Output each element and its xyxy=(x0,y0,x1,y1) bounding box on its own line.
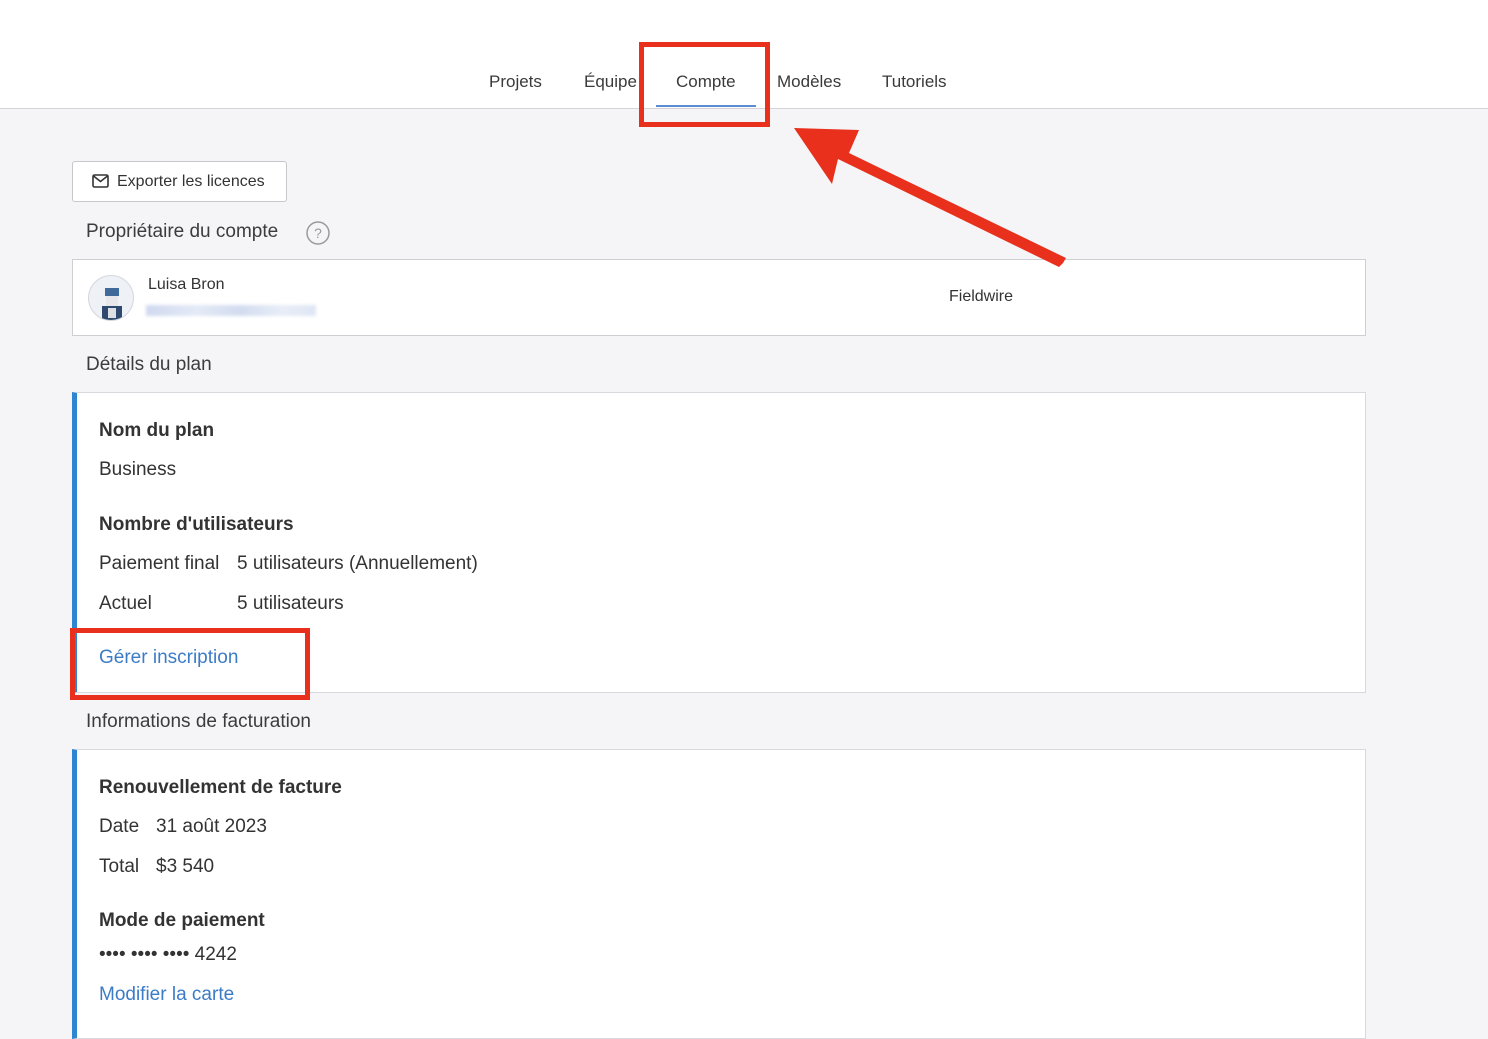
current-users-value: 5 utilisateurs xyxy=(237,593,344,614)
tab-compte[interactable]: Compte xyxy=(656,72,755,107)
owner-section-title: Propriétaire du compte xyxy=(86,221,279,242)
plan-details-panel: Nom du plan Business Nombre d'utilisateu… xyxy=(72,392,1366,693)
card-number: •••• •••• •••• 4242 xyxy=(99,944,237,965)
owner-company: Fieldwire xyxy=(949,288,1014,305)
manage-subscription-link[interactable]: Gérer inscription xyxy=(99,647,238,669)
users-count-label: Nombre d'utilisateurs xyxy=(99,514,294,535)
plan-name-value: Business xyxy=(99,459,177,480)
export-licenses-button[interactable]: Exporter les licences xyxy=(72,161,287,202)
tab-projets[interactable]: Projets xyxy=(489,72,542,92)
plan-section-title: Détails du plan xyxy=(86,354,212,375)
renewal-total-value: $3 540 xyxy=(156,856,215,877)
edit-card-link[interactable]: Modifier la carte xyxy=(99,984,234,1006)
payment-method-label: Mode de paiement xyxy=(99,910,265,931)
renewal-date-label: Date xyxy=(99,816,140,837)
final-payment-label: Paiement final xyxy=(99,553,220,574)
final-payment-value: 5 utilisateurs (Annuellement) xyxy=(237,553,478,574)
top-navigation: Projets Équipe Compte Modèles Tutoriels xyxy=(0,0,1488,109)
billing-section-title: Informations de facturation xyxy=(86,711,311,732)
tab-modeles[interactable]: Modèles xyxy=(777,72,841,92)
help-icon[interactable]: ? xyxy=(306,221,330,250)
mail-icon xyxy=(92,174,109,193)
current-users-label: Actuel xyxy=(99,593,152,614)
owner-name: Luisa Bron xyxy=(148,276,225,293)
export-licenses-label: Exporter les licences xyxy=(117,173,265,190)
avatar xyxy=(88,275,134,321)
plan-name-label: Nom du plan xyxy=(99,420,215,441)
owner-card: Luisa Bron Fieldwire xyxy=(72,259,1366,336)
svg-text:?: ? xyxy=(314,225,322,241)
billing-info-panel: Renouvellement de facture Date 31 août 2… xyxy=(72,749,1366,1039)
tab-tutoriels[interactable]: Tutoriels xyxy=(882,72,947,92)
tab-equipe[interactable]: Équipe xyxy=(584,72,637,92)
owner-email-blurred xyxy=(146,305,316,316)
renewal-total-label: Total xyxy=(99,856,140,877)
invoice-renewal-label: Renouvellement de facture xyxy=(99,777,342,798)
renewal-date-value: 31 août 2023 xyxy=(156,816,267,837)
